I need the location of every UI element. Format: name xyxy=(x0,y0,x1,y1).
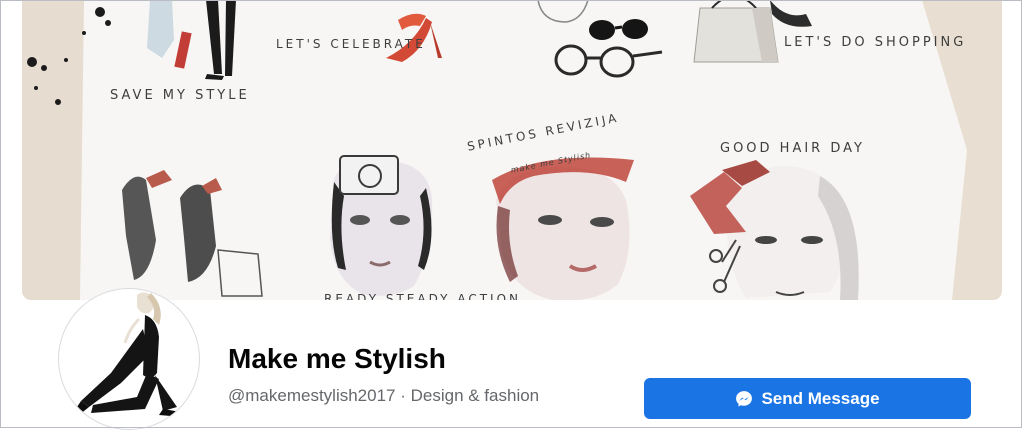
cover-caption-save-my-style: SAVE MY STYLE xyxy=(110,88,250,103)
page-title: Make me Stylish xyxy=(228,343,446,374)
cover-caption-lets-celebrate: LET'S CELEBRATE xyxy=(276,37,426,51)
meta-separator: · xyxy=(395,386,411,405)
cover-photo[interactable]: SAVE MY STYLE LET'S CELEBRATE LET'S DO S… xyxy=(22,0,1002,300)
page-meta: @makemestylish2017 · Design & fashion xyxy=(228,386,539,406)
profile-picture-illustration xyxy=(73,292,187,417)
messenger-icon xyxy=(735,390,753,408)
page-handle: @makemestylish2017 xyxy=(228,386,396,405)
cover-caption-lets-do-shopping: LET'S DO SHOPPING xyxy=(784,35,967,50)
cover-caption-ready-steady-action: READY STEADY ACTION xyxy=(324,292,521,300)
page-category[interactable]: Design & fashion xyxy=(411,386,540,405)
profile-picture[interactable] xyxy=(58,288,200,430)
cover-caption-good-hair-day: GOOD HAIR DAY xyxy=(720,141,865,156)
send-message-label: Send Message xyxy=(761,388,880,408)
send-message-button[interactable]: Send Message xyxy=(644,378,971,419)
